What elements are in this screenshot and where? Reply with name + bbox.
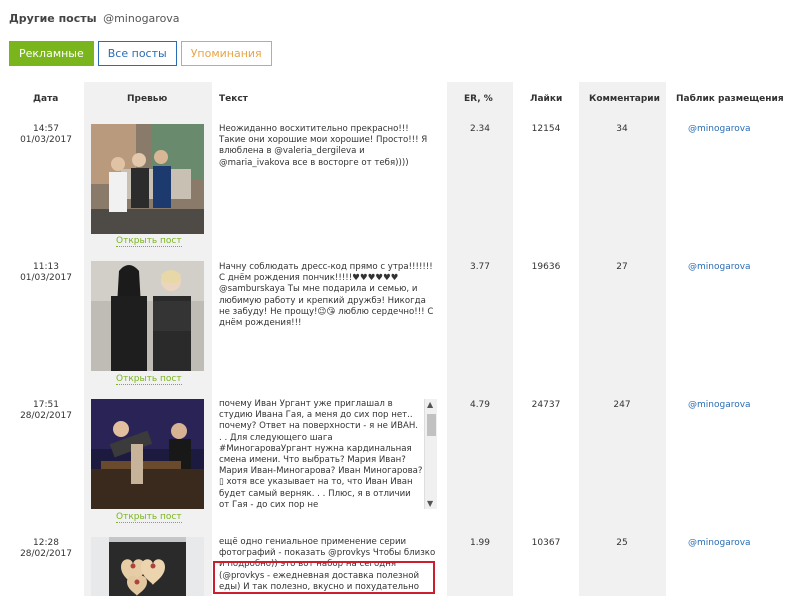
placement-link[interactable]: @minogarova [688, 538, 768, 549]
post-text: почему Иван Ургант уже приглашал в студи… [219, 399, 423, 509]
col-header-preview[interactable]: Превью [127, 94, 167, 104]
likes-value: 24737 [531, 400, 561, 410]
col-header-er[interactable]: ER, % [464, 94, 493, 104]
col-header-placement[interactable]: Паблик размещения [676, 94, 784, 104]
account-handle: @minogarova [103, 12, 180, 25]
scroll-down-arrow-icon[interactable]: ▼ [427, 499, 433, 508]
post-preview-image[interactable] [91, 399, 204, 509]
er-value: 1.99 [469, 538, 491, 548]
col-header-likes[interactable]: Лайки [530, 94, 562, 104]
post-preview-image[interactable] [91, 537, 204, 596]
post-datetime: 14:57 01/03/2017 [20, 124, 72, 145]
er-column-bg [447, 82, 513, 596]
comments-value: 34 [616, 124, 628, 134]
open-post-link[interactable]: Открыть пост [116, 374, 182, 385]
placement-link[interactable]: @minogarova [688, 262, 768, 273]
tab-all-posts[interactable]: Все посты [97, 41, 177, 66]
tab-mentions[interactable]: Упоминания [180, 41, 272, 66]
highlight-annotation-box [213, 561, 435, 594]
comments-value: 25 [616, 538, 628, 548]
post-preview-image[interactable] [91, 124, 204, 234]
post-datetime: 17:51 28/02/2017 [20, 400, 72, 421]
section-title: Другие посты [9, 12, 97, 25]
er-value: 3.77 [469, 262, 491, 272]
post-text-scrollbar[interactable]: ▲ ▼ [424, 399, 437, 509]
post-datetime: 12:28 28/02/2017 [20, 538, 72, 559]
col-header-date[interactable]: Дата [33, 94, 58, 104]
placement-link[interactable]: @minogarova [688, 400, 768, 411]
scroll-up-arrow-icon[interactable]: ▲ [427, 400, 433, 409]
col-header-text[interactable]: Текст [219, 94, 248, 104]
placement-link[interactable]: @minogarova [688, 124, 768, 135]
scrollbar-thumb[interactable] [427, 414, 436, 436]
er-value: 2.34 [469, 124, 491, 134]
likes-value: 12154 [531, 124, 561, 134]
post-text: Начну соблюдать дресс-код прямо с утра!!… [219, 262, 434, 329]
open-post-link[interactable]: Открыть пост [116, 512, 182, 523]
comments-value: 247 [613, 400, 631, 410]
open-post-link[interactable]: Открыть пост [116, 236, 182, 247]
er-value: 4.79 [469, 400, 491, 410]
comments-column-bg [579, 82, 666, 596]
comments-value: 27 [616, 262, 628, 272]
tab-advertising[interactable]: Рекламные [9, 41, 94, 66]
likes-value: 19636 [531, 262, 561, 272]
post-datetime: 11:13 01/03/2017 [20, 262, 72, 283]
post-filter-tabs: Рекламные Все посты Упоминания [9, 41, 272, 66]
col-header-comments[interactable]: Комментарии [589, 94, 660, 104]
likes-value: 10367 [531, 538, 561, 548]
post-text: Неожиданно восхитительно прекрасно!!! Та… [219, 124, 428, 168]
section-header: Другие посты @minogarova [9, 12, 180, 25]
post-preview-image[interactable] [91, 261, 204, 371]
